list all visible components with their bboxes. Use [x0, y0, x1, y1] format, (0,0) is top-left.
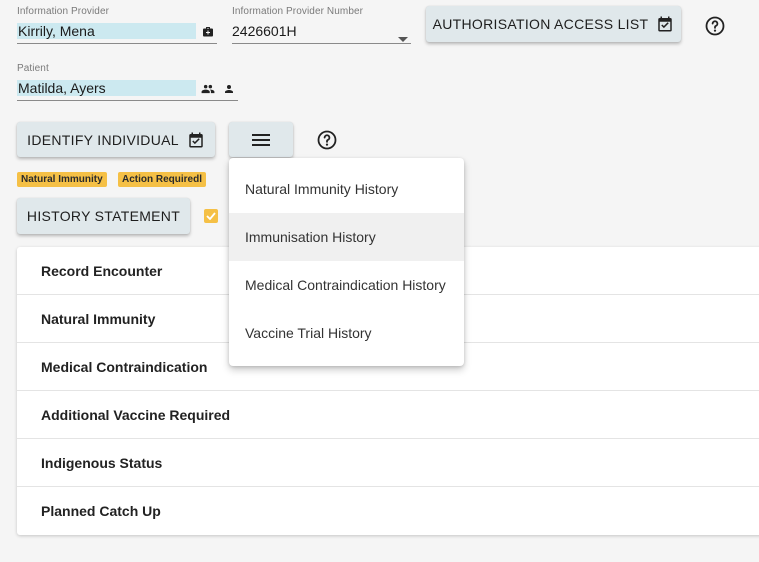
menu-item-medical-contraindication-history[interactable]: Medical Contraindication History	[229, 261, 464, 309]
history-dropdown-menu: Natural Immunity History Immunisation Hi…	[229, 158, 464, 366]
authorisation-access-list-label: AUTHORISATION ACCESS LIST	[432, 16, 649, 32]
section-indigenous-status[interactable]: Indigenous Status	[17, 439, 759, 487]
person-icon[interactable]	[223, 82, 235, 100]
calendar-check-icon	[187, 131, 205, 149]
help-icon[interactable]	[317, 130, 337, 150]
action-required-badge: Action Requiredl	[118, 172, 207, 187]
authorisation-access-list-button[interactable]: AUTHORISATION ACCESS LIST	[426, 6, 681, 42]
section-planned-catch-up[interactable]: Planned Catch Up	[17, 487, 759, 534]
patient-field[interactable]: Matilda, Ayers	[17, 78, 238, 101]
provider-number-label: Information Provider Number	[232, 6, 364, 17]
section-label: Record Encounter	[41, 262, 163, 279]
identify-individual-button[interactable]: IDENTIFY INDIVIDUAL	[17, 122, 215, 157]
identify-individual-label: IDENTIFY INDIVIDUAL	[27, 131, 179, 148]
section-label: Indigenous Status	[41, 454, 163, 471]
calendar-check-icon	[656, 15, 674, 33]
help-icon[interactable]	[705, 16, 725, 36]
dropdown-arrow-icon	[398, 29, 408, 47]
history-statement-button[interactable]: HISTORY STATEMENT	[17, 198, 190, 234]
history-statement-label: HISTORY STATEMENT	[26, 208, 181, 224]
section-label: Additional Vaccine Required	[41, 406, 231, 423]
provider-value: Kirrily, Mena	[17, 23, 196, 39]
natural-immunity-badge: Natural Immunity	[17, 172, 107, 187]
history-menu-button[interactable]	[229, 122, 293, 157]
provider-field[interactable]: Kirrily, Mena	[17, 21, 217, 44]
menu-item-natural-immunity-history[interactable]: Natural Immunity History	[229, 165, 464, 213]
section-additional-vaccine-required[interactable]: Additional Vaccine Required	[17, 391, 759, 439]
provider-number-value: 2426601H	[232, 23, 297, 39]
medical-bag-icon	[202, 25, 214, 43]
patient-label: Patient	[17, 63, 49, 74]
patient-value: Matilda, Ayers	[17, 80, 196, 96]
menu-item-vaccine-trial-history[interactable]: Vaccine Trial History	[229, 309, 464, 357]
section-label: Natural Immunity	[41, 310, 156, 327]
provider-number-select[interactable]: 2426601H	[232, 21, 411, 44]
checkbox[interactable]	[204, 209, 218, 223]
section-label: Medical Contraindication	[41, 358, 208, 375]
people-icon[interactable]	[201, 82, 215, 100]
menu-item-immunisation-history[interactable]: Immunisation History	[229, 213, 464, 261]
hamburger-menu-icon	[252, 133, 270, 147]
provider-label: Information Provider	[17, 6, 110, 17]
section-label: Planned Catch Up	[41, 502, 161, 519]
